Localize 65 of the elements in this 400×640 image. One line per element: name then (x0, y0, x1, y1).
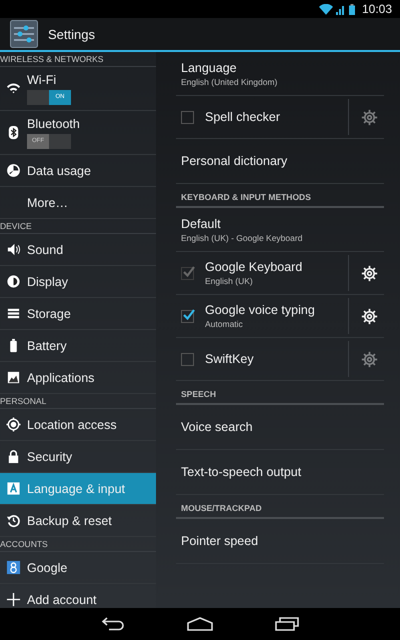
screen-title: Settings (48, 26, 95, 42)
settings-icon[interactable] (361, 308, 378, 324)
sidebar-item[interactable]: Backup & reset (0, 505, 156, 537)
setting-title: Text-to-speech output (181, 465, 302, 479)
wifi-icon (6, 81, 21, 96)
clock: 10:03 (362, 2, 392, 16)
sun-icon (6, 274, 21, 289)
section-header: KEYBOARD & INPUT METHODS (176, 184, 384, 208)
speaker-icon (6, 242, 21, 257)
lock-icon (6, 449, 21, 464)
location-icon (6, 417, 21, 432)
checkbox[interactable] (181, 352, 194, 366)
sidebar-item[interactable]: More… (0, 187, 156, 219)
settings-row[interactable]: Text-to-speech output (176, 450, 384, 495)
settings-icon[interactable] (361, 264, 378, 282)
sidebar-item[interactable]: Google (0, 552, 156, 584)
back-icon[interactable] (101, 617, 125, 631)
sidebar-item[interactable]: Data usage (0, 155, 156, 187)
settings-row[interactable]: Voice search (176, 405, 384, 450)
setting-title: Language (181, 60, 238, 74)
checkbox[interactable] (181, 310, 194, 322)
wifi-icon (318, 4, 333, 14)
section-header: MOUSE/TRACKPAD (176, 495, 384, 519)
account-icon (6, 560, 21, 575)
sidebar-item[interactable]: Applications (0, 362, 156, 394)
sliders-icon[interactable] (10, 20, 38, 48)
settings-row[interactable]: Pointer speed (176, 519, 384, 564)
section-header: WIRELESS & NETWORKS (0, 52, 156, 67)
sidebar-item[interactable]: Storage (0, 298, 156, 330)
setting-summary: English (UK) - Google Keyboard (181, 232, 304, 242)
setting-title: Default (181, 216, 222, 230)
sidebar-item[interactable]: Display (0, 266, 156, 298)
sidebar-item[interactable]: Battery (0, 330, 156, 362)
section-header: PERSONAL (0, 394, 156, 409)
checkmark-icon (183, 308, 195, 320)
setting-title: Google Keyboard (205, 260, 304, 274)
pie-chart-icon (6, 163, 21, 178)
checkmark-icon (183, 266, 195, 276)
battery-icon (348, 4, 355, 14)
sidebar-item[interactable]: Sound (0, 234, 156, 266)
storage-icon (6, 306, 21, 321)
checkbox[interactable] (181, 110, 194, 124)
section-header: ACCOUNTS (0, 537, 156, 552)
recent-apps-icon[interactable] (275, 617, 299, 631)
plus-icon (6, 592, 21, 607)
settings-row[interactable]: Language English (United Kingdom) (176, 52, 384, 96)
restore-icon (6, 513, 21, 528)
settings-row[interactable]: Personal dictionary (176, 139, 384, 184)
setting-summary: English (UK) (205, 276, 254, 286)
home-icon[interactable] (187, 617, 213, 631)
setting-title: SwiftKey (205, 352, 255, 366)
picture-icon (6, 370, 21, 385)
signal-icon (336, 4, 346, 14)
setting-summary: English (United Kingdom) (181, 76, 278, 86)
section-header: SPEECH (176, 381, 384, 405)
section-header: DEVICE (0, 219, 156, 234)
setting-title: Spell checker (205, 110, 282, 124)
bluetooth-icon (6, 125, 21, 140)
sidebar-item[interactable]: Location access (0, 409, 156, 441)
setting-title: Google voice typing (205, 303, 316, 317)
setting-title: Voice search (181, 420, 254, 434)
settings-row[interactable]: Default English (UK) - Google Keyboard (176, 208, 384, 252)
setting-title: Pointer speed (181, 534, 260, 548)
setting-title: Personal dictionary (181, 154, 288, 168)
setting-summary: Automatic (205, 319, 244, 329)
